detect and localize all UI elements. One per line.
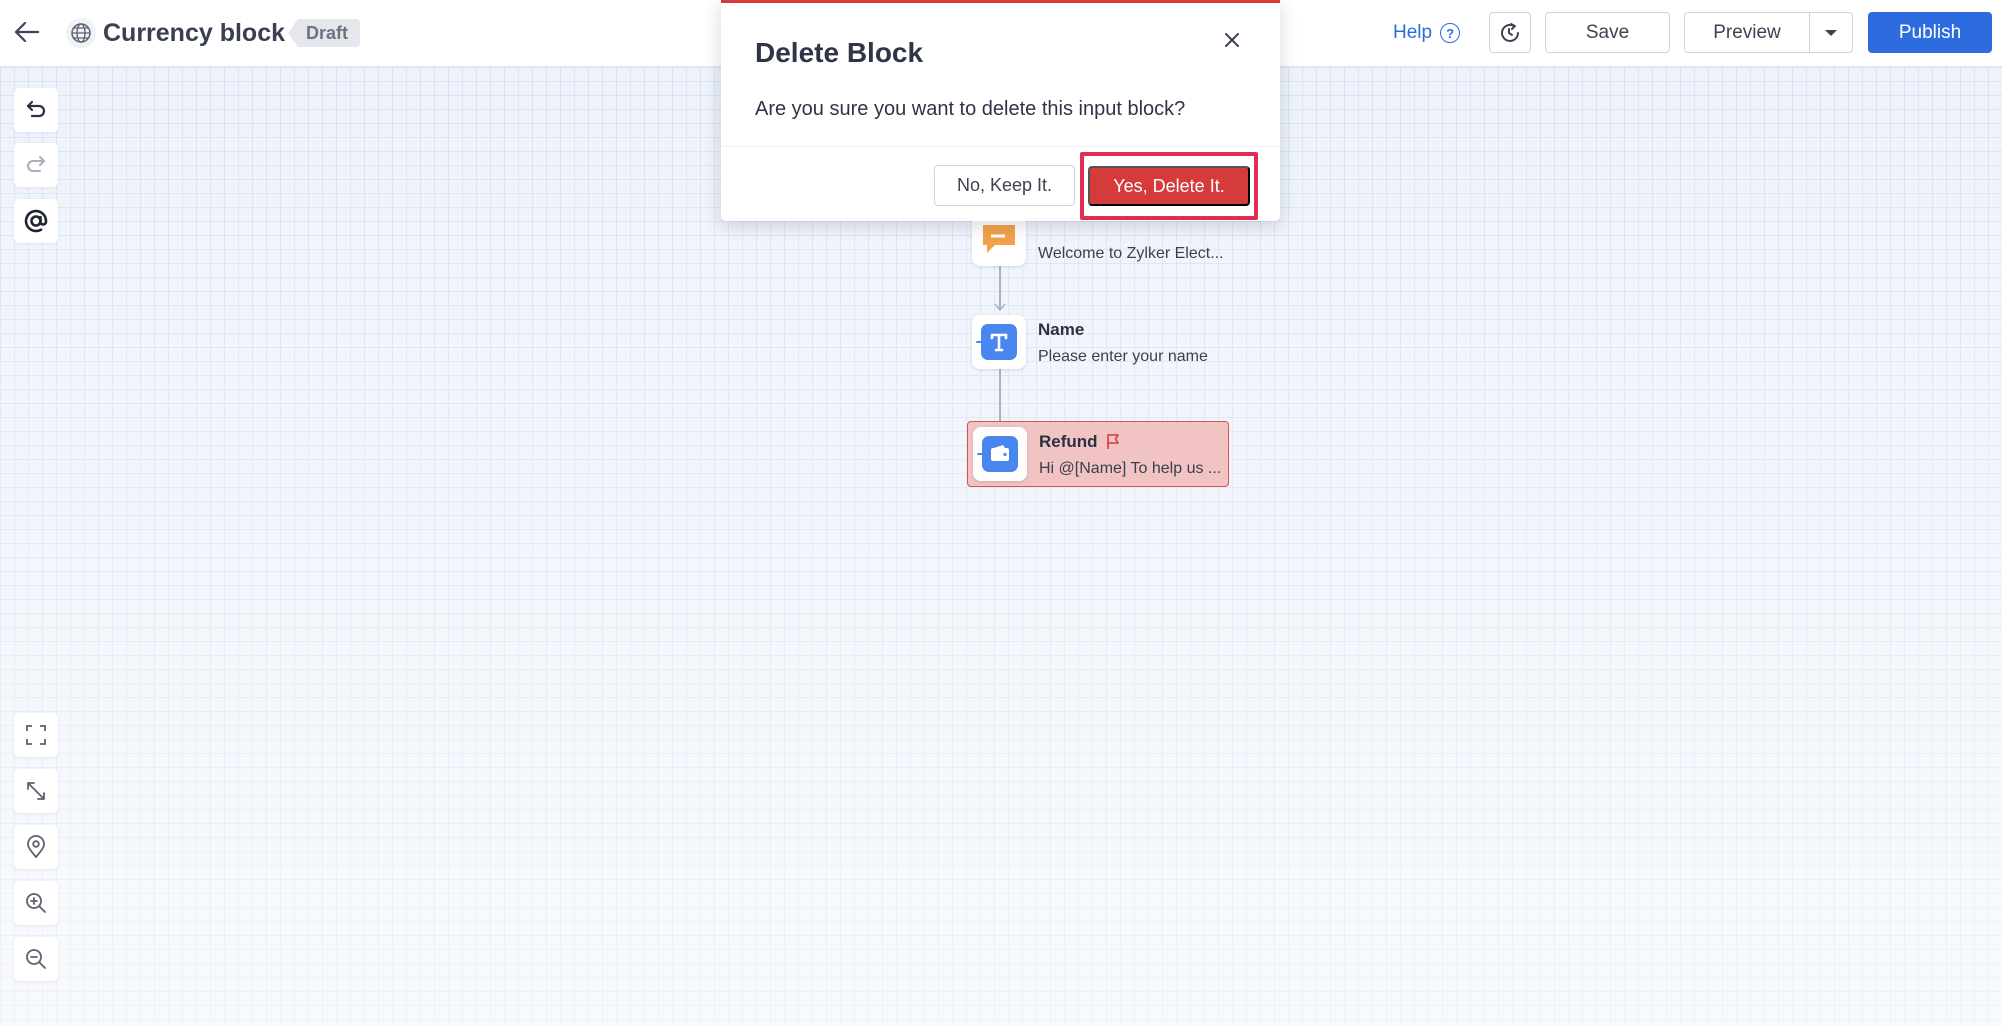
node-subtitle: Hi @[Name] To help us ...	[1039, 460, 1222, 477]
publish-button[interactable]: Publish	[1868, 12, 1992, 53]
locate-icon	[27, 835, 45, 859]
help-circle-icon: ?	[1440, 23, 1461, 43]
flag-icon	[1106, 434, 1119, 449]
dialog-divider	[721, 146, 1280, 147]
redo-button[interactable]	[14, 143, 58, 187]
flow-connector	[999, 367, 1001, 424]
close-icon	[1225, 33, 1239, 47]
node-title-text: Refund	[1039, 432, 1098, 451]
node-subtitle: Please enter your name	[1038, 348, 1208, 365]
node-title: Refund	[1039, 432, 1120, 452]
redo-icon	[27, 156, 45, 172]
page-title: Currency block	[103, 19, 286, 47]
node-subtitle: Welcome to Zylker Elect...	[1038, 245, 1224, 262]
globe-icon	[66, 18, 96, 48]
status-badge: Draft	[288, 19, 361, 47]
preview-dropdown-button[interactable]	[1809, 12, 1853, 53]
message-icon	[983, 225, 1015, 253]
flow-node-name[interactable]: Name Please enter your name	[972, 310, 1234, 374]
node-icon-box	[972, 315, 1026, 369]
zoom-out-button[interactable]	[14, 937, 58, 981]
preview-button[interactable]: Preview	[1684, 12, 1810, 53]
history-icon	[1501, 22, 1519, 42]
input-arrow-icon	[977, 449, 989, 459]
flow-node-refund[interactable]: Refund Hi @[Name] To help us ...	[967, 421, 1229, 487]
node-icon-box	[973, 427, 1027, 481]
fullscreen-button[interactable]	[14, 713, 58, 757]
node-title: Name	[1038, 320, 1084, 340]
zoom-in-button[interactable]	[14, 881, 58, 925]
locate-button[interactable]	[14, 825, 58, 869]
mention-icon	[24, 209, 48, 233]
dialog-close-button[interactable]	[1217, 25, 1247, 55]
zoom-out-icon	[26, 949, 46, 969]
fit-to-screen-button[interactable]	[14, 769, 58, 813]
history-button[interactable]	[1489, 12, 1531, 53]
fullscreen-icon	[26, 725, 46, 745]
fit-to-screen-icon	[27, 782, 45, 800]
input-arrow-icon	[976, 337, 988, 347]
undo-button[interactable]	[14, 88, 58, 132]
help-link[interactable]: Help ?	[1393, 20, 1461, 46]
keep-button[interactable]: No, Keep It.	[934, 165, 1075, 206]
confirm-delete-button[interactable]: Yes, Delete It.	[1088, 166, 1250, 206]
mention-button[interactable]	[14, 199, 58, 243]
caret-down-icon	[1825, 29, 1837, 36]
dialog-message: Are you sure you want to delete this inp…	[755, 98, 1186, 120]
save-button[interactable]: Save	[1545, 12, 1670, 53]
dialog-title: Delete Block	[755, 37, 924, 68]
arrow-left-icon	[14, 21, 40, 43]
back-button[interactable]	[12, 17, 42, 47]
undo-icon	[26, 100, 46, 118]
zoom-in-icon	[26, 893, 46, 913]
node-title-text: Name	[1038, 320, 1085, 339]
delete-block-dialog: Delete Block Are you sure you want to de…	[721, 0, 1280, 221]
help-label: Help	[1393, 22, 1433, 43]
